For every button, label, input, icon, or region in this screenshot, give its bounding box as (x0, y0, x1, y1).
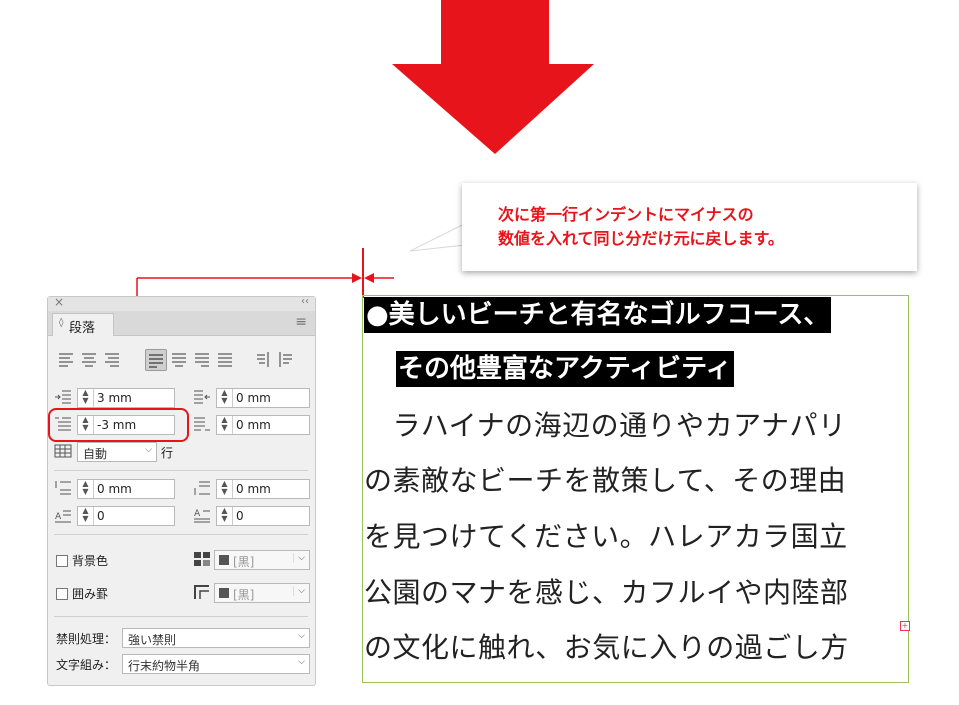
drop-cap-chars-stepper[interactable]: ▲ ▼ (217, 507, 233, 525)
chevron-down-icon: ⌵ (145, 445, 152, 455)
shading-swatch (219, 555, 229, 565)
justify-left-button[interactable] (145, 349, 167, 371)
body-line-3: を見つけてください。ハレアカラ国立 (364, 520, 848, 553)
heading-line-1: ●美しいビーチと有名なゴルフコース、 (364, 297, 832, 333)
last-line-indent-value: 0 mm (236, 418, 271, 432)
justify-center-icon[interactable] (169, 349, 189, 369)
align-right-icon[interactable] (102, 349, 122, 369)
kinsoku-select[interactable]: 強い禁則 ⌵ (122, 628, 310, 648)
justify-all-icon[interactable] (215, 349, 235, 369)
kinsoku-value: 強い禁則 (128, 633, 177, 647)
panel-menu-icon[interactable]: ≡ (295, 314, 307, 330)
space-after-value: 0 mm (236, 482, 271, 496)
align-center-icon[interactable] (79, 349, 99, 369)
border-color-select[interactable]: [黒] ⌵ (214, 583, 310, 603)
space-after-field[interactable]: ▲ ▼ 0 mm (216, 479, 310, 499)
divider (54, 534, 308, 535)
space-before-icon (55, 481, 71, 495)
shading-label: 背景色 (72, 554, 109, 568)
space-after-stepper[interactable]: ▲ ▼ (217, 480, 233, 498)
body-line-1: ラハイナの海辺の通りやカアナパリ (364, 409, 847, 442)
shading-checkbox[interactable] (56, 555, 68, 567)
body-line-4: 公園のマナを感じ、カフルイや内陸部 (364, 576, 849, 609)
left-indent-stepper[interactable]: ▲ ▼ (78, 389, 94, 407)
last-line-indent-field[interactable]: ▲ ▼ 0 mm (216, 415, 310, 435)
tab-toggle-icon[interactable]: ◊ (59, 318, 63, 328)
space-before-field[interactable]: ▲ ▼ 0 mm (77, 479, 175, 499)
space-before-value: 0 mm (97, 482, 132, 496)
right-indent-stepper[interactable]: ▲ ▼ (217, 389, 233, 407)
tab-paragraph[interactable]: ◊ 段落 (52, 313, 114, 336)
paragraph-panel: × ‹‹ ◊ 段落 ≡ ▲ ▼ 3 mm ▲ ▼ 0 mm ▲ ▼ -3 mm ▲ ▼ … (47, 295, 316, 686)
last-line-indent-stepper[interactable]: ▲ ▼ (217, 416, 233, 434)
close-icon[interactable]: × (54, 295, 64, 309)
border-settings-icon[interactable] (193, 584, 211, 600)
heading-line-2: その他豊富なアクティビティ (396, 351, 734, 387)
drop-cap-lines-icon: A (55, 510, 71, 523)
border-label: 囲み罫 (72, 587, 109, 601)
kinsoku-label: 禁則処理： (56, 632, 117, 646)
justify-left-icon (149, 354, 163, 368)
divider (54, 470, 308, 471)
first-line-indent-highlight (48, 408, 189, 442)
mojikumi-select[interactable]: 行末約物半角 ⌵ (122, 654, 310, 674)
justify-right-icon[interactable] (192, 349, 212, 369)
left-indent-field[interactable]: ▲ ▼ 3 mm (77, 388, 175, 408)
overset-icon[interactable]: + (900, 621, 910, 631)
mojikumi-label: 文字組み： (56, 658, 117, 672)
mojikumi-value: 行末約物半角 (128, 659, 201, 673)
body-line-5: の文化に触れ、お気に入りの過ごし方 (364, 631, 849, 664)
align-away-spine-icon[interactable] (276, 349, 296, 369)
tab-label: 段落 (69, 321, 96, 336)
panel-tabbar: ◊ 段落 ≡ (48, 311, 315, 336)
align-left-icon[interactable] (56, 349, 76, 369)
body-line-2: の素敵なビーチを散策して、その理由 (364, 464, 847, 497)
svg-text:A: A (194, 509, 201, 519)
border-swatch (219, 588, 229, 598)
lines-label: 行 (161, 446, 174, 460)
right-indent-value: 0 mm (236, 391, 271, 405)
right-indent-icon (194, 390, 210, 404)
shading-color-value: [黒] (233, 555, 255, 569)
space-before-stepper[interactable]: ▲ ▼ (78, 480, 94, 498)
last-line-indent-icon (194, 417, 210, 431)
grid-align-select[interactable]: 自動 ⌵ (77, 442, 157, 462)
shading-color-select[interactable]: [黒] ⌵ (214, 550, 310, 570)
border-checkbox[interactable] (56, 588, 68, 600)
drop-cap-chars-icon: A (194, 509, 210, 523)
drop-cap-lines-stepper[interactable]: ▲ ▼ (78, 507, 94, 525)
left-indent-value: 3 mm (97, 391, 132, 405)
chevron-down-icon: ⌵ (298, 631, 305, 641)
shading-settings-icon[interactable] (193, 551, 211, 567)
collapse-icon[interactable]: ‹‹ (301, 296, 309, 307)
drop-cap-chars-value: 0 (236, 509, 244, 523)
grid-align-icon (54, 444, 72, 458)
svg-text:A: A (55, 512, 62, 522)
drop-cap-lines-field[interactable]: ▲ ▼ 0 (77, 506, 175, 526)
divider (54, 616, 308, 617)
drop-cap-lines-value: 0 (97, 509, 105, 523)
space-after-icon (194, 481, 210, 495)
drop-cap-chars-field[interactable]: ▲ ▼ 0 (216, 506, 310, 526)
chevron-down-icon: ⌵ (298, 657, 305, 667)
border-color-value: [黒] (233, 588, 255, 602)
right-indent-field[interactable]: ▲ ▼ 0 mm (216, 388, 310, 408)
align-toward-spine-icon[interactable] (253, 349, 273, 369)
grid-align-value: 自動 (83, 447, 108, 461)
chevron-down-icon: ⌵ (293, 553, 305, 563)
chevron-down-icon: ⌵ (293, 586, 305, 596)
left-indent-icon (55, 390, 71, 404)
panel-titlebar: × ‹‹ (48, 295, 315, 311)
